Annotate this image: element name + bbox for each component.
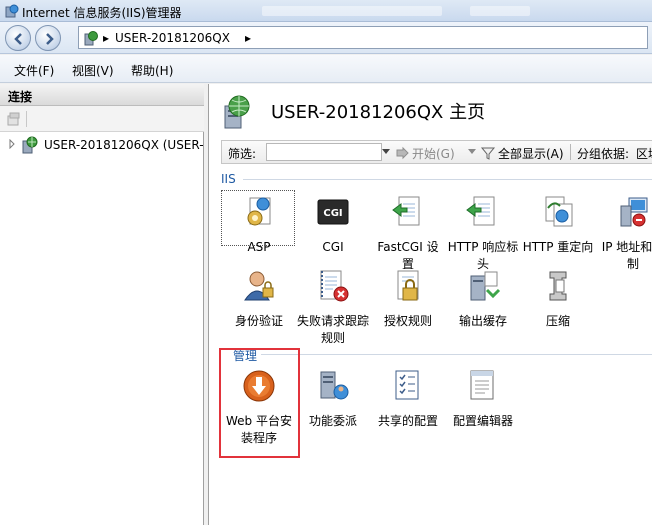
filter-input[interactable] bbox=[266, 143, 382, 161]
filter-bar: 筛选: 开始(G) 全部显示(A) 分组依据: 区域 bbox=[221, 140, 652, 164]
tree-item-label: USER-20181206QX (USER- bbox=[44, 138, 204, 152]
feature-shared-configuration[interactable]: 共享的配置 bbox=[372, 368, 444, 430]
show-all-button[interactable]: 全部显示(A) bbox=[498, 145, 564, 162]
feature-http-headers[interactable]: HTTP 响应标头 bbox=[447, 194, 519, 273]
go-button[interactable]: 开始(G) bbox=[412, 145, 455, 162]
feature-label: 授权规则 bbox=[383, 314, 432, 328]
group-by-select[interactable]: 区域 bbox=[636, 145, 652, 162]
breadcrumb-arrow[interactable]: ▸ bbox=[245, 31, 251, 45]
config-editor-icon bbox=[470, 370, 494, 400]
group-label-iis: IIS bbox=[221, 172, 236, 186]
cgi-icon: CGI bbox=[317, 199, 349, 225]
address-bar[interactable]: ▸ USER-20181206QX ▸ bbox=[78, 26, 648, 49]
feature-authentication[interactable]: 身份验证 bbox=[223, 268, 295, 330]
main-pane: USER-20181206QX 主页 筛选: 开始(G) 全部显示(A) 分组依… bbox=[208, 84, 652, 525]
window-title: Internet 信息服务(IIS)管理器 bbox=[22, 6, 182, 20]
show-all-icon bbox=[480, 147, 496, 160]
feature-label: CGI bbox=[322, 240, 344, 254]
connections-header: 连接 bbox=[0, 84, 204, 106]
forward-button[interactable] bbox=[35, 25, 61, 51]
ip-restrict-icon bbox=[620, 197, 648, 227]
title-bar: Internet 信息服务(IIS)管理器 bbox=[0, 0, 652, 22]
feature-output-caching[interactable]: 输出缓存 bbox=[447, 268, 519, 330]
menu-file[interactable]: 文件(F) bbox=[14, 62, 54, 79]
feature-label: 配置编辑器 bbox=[452, 414, 513, 428]
feature-label: 身份验证 bbox=[234, 314, 283, 328]
group-divider bbox=[243, 179, 652, 180]
feature-compression[interactable]: 压缩 bbox=[522, 268, 594, 330]
menu-bar: 文件(F) 视图(V) 帮助(H) bbox=[0, 55, 652, 83]
failed-request-icon bbox=[320, 270, 349, 302]
asp-icon bbox=[247, 197, 271, 226]
breadcrumb-server[interactable]: USER-20181206QX bbox=[115, 31, 230, 45]
feature-label: 功能委派 bbox=[308, 414, 357, 428]
breadcrumb-arrow: ▸ bbox=[103, 31, 110, 45]
feature-ip-restrictions[interactable]: IP 地址和限制 bbox=[597, 194, 652, 273]
go-dropdown-icon[interactable] bbox=[468, 149, 476, 155]
feature-failed-request-tracing[interactable]: 失败请求跟踪规则 bbox=[297, 268, 369, 347]
feature-authorization-rules[interactable]: 授权规则 bbox=[372, 268, 444, 330]
forward-arrow-icon bbox=[46, 33, 54, 45]
feature-delegation-icon bbox=[320, 371, 349, 400]
feature-label: 共享的配置 bbox=[377, 414, 438, 428]
go-icon bbox=[396, 146, 409, 160]
compression-icon bbox=[549, 271, 567, 301]
feature-delegation[interactable]: 功能委派 bbox=[297, 368, 369, 430]
highlight-box bbox=[219, 348, 300, 458]
http-redirect-icon bbox=[545, 196, 573, 227]
feature-label: 输出缓存 bbox=[458, 314, 507, 328]
group-by-label: 分组依据: bbox=[577, 147, 630, 161]
menu-view[interactable]: 视图(V) bbox=[72, 62, 114, 79]
expand-icon[interactable] bbox=[8, 139, 16, 149]
feature-http-redirect[interactable]: HTTP 重定向 bbox=[522, 194, 594, 256]
connections-toolbar bbox=[0, 106, 204, 132]
background-tab bbox=[470, 6, 530, 16]
feature-label: 失败请求跟踪规则 bbox=[297, 314, 370, 345]
feature-label: 压缩 bbox=[545, 314, 570, 328]
authentication-icon bbox=[244, 271, 274, 301]
feature-configuration-editor[interactable]: 配置编辑器 bbox=[447, 368, 519, 430]
feature-fastcgi[interactable]: FastCGI 设置 bbox=[372, 194, 444, 273]
group-divider bbox=[261, 354, 652, 355]
background-tab bbox=[262, 6, 442, 16]
connections-title: 连接 bbox=[8, 90, 33, 104]
create-connection-icon[interactable] bbox=[6, 111, 22, 127]
back-button[interactable] bbox=[5, 25, 31, 51]
menu-help[interactable]: 帮助(H) bbox=[131, 62, 173, 79]
page-title: USER-20181206QX 主页 bbox=[271, 102, 486, 123]
connections-pane: 连接 USER-20181206QX (USER- bbox=[0, 84, 204, 525]
server-icon bbox=[22, 136, 38, 154]
feature-cgi[interactable]: CGI CGI bbox=[297, 194, 369, 256]
iis-app-icon bbox=[5, 4, 19, 18]
filter-label: 筛选: bbox=[228, 147, 257, 161]
navigation-bar: ▸ USER-20181206QX ▸ bbox=[0, 22, 652, 54]
http-headers-icon bbox=[466, 196, 495, 226]
authorization-icon bbox=[397, 270, 419, 301]
feature-label: IP 地址和限制 bbox=[601, 240, 652, 271]
feature-asp[interactable]: ASP bbox=[221, 190, 295, 256]
server-home-icon bbox=[224, 95, 250, 129]
back-arrow-icon bbox=[14, 33, 22, 45]
feature-label: HTTP 重定向 bbox=[522, 240, 594, 254]
output-cache-icon bbox=[470, 271, 501, 301]
filter-dropdown-icon[interactable] bbox=[382, 149, 390, 155]
server-icon bbox=[84, 31, 98, 46]
fastcgi-icon bbox=[392, 196, 420, 226]
shared-config-icon bbox=[395, 370, 419, 400]
svg-text:CGI: CGI bbox=[323, 208, 342, 219]
toolbar-separator bbox=[570, 144, 571, 160]
